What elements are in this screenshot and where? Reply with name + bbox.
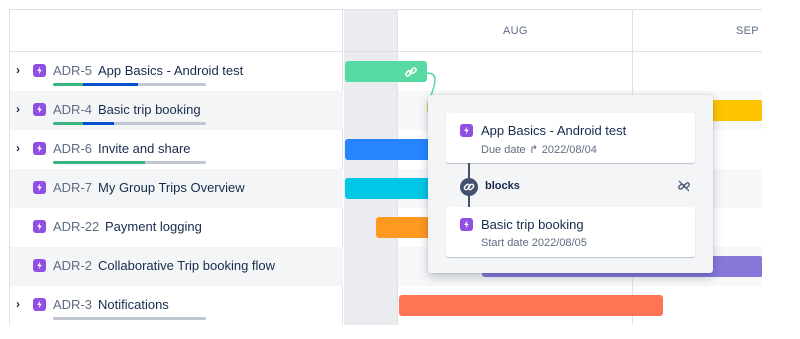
epic-icon <box>460 218 473 231</box>
relation-label: blocks <box>485 180 520 192</box>
progress-done <box>53 122 83 125</box>
epic-icon <box>33 142 46 155</box>
month-divider <box>397 10 398 325</box>
list-item[interactable]: › ADR-4 Basic trip booking <box>10 91 343 130</box>
progress-in-progress <box>83 83 138 86</box>
unlink-icon[interactable] <box>677 179 691 193</box>
timeline-bar-adr-22[interactable] <box>376 217 431 238</box>
issue-key[interactable]: ADR-3 <box>53 297 92 312</box>
list-item[interactable]: ADR-22 Payment logging <box>10 208 343 247</box>
progress-bar <box>53 122 206 125</box>
start-date-value: 2022/08/05 <box>531 237 587 249</box>
progress-bar <box>53 317 206 320</box>
issue-key[interactable]: ADR-5 <box>53 63 92 78</box>
issue-key[interactable]: ADR-22 <box>53 219 99 234</box>
connector-line <box>468 163 470 178</box>
epic-icon <box>33 259 46 272</box>
chevron-right-icon[interactable]: › <box>16 297 26 311</box>
issue-key[interactable]: ADR-7 <box>53 180 92 195</box>
source-title[interactable]: App Basics - Android test <box>481 123 626 138</box>
epic-icon <box>33 103 46 116</box>
current-period-column <box>344 10 397 325</box>
issue-key[interactable]: ADR-2 <box>53 258 92 273</box>
issue-list: › ADR-5 App Basics - Android test › ADR-… <box>10 10 343 325</box>
start-date-label: Start date <box>481 237 529 249</box>
epic-icon <box>460 124 473 137</box>
month-label-aug: AUG <box>503 25 528 37</box>
epic-icon <box>33 298 46 311</box>
dependency-source-card[interactable]: App Basics - Android test Due date ↱ 202… <box>446 113 695 163</box>
list-item[interactable]: ADR-2 Collaborative Trip booking flow <box>10 247 343 286</box>
progress-done <box>53 83 83 86</box>
issue-title[interactable]: Notifications <box>98 297 169 312</box>
connector-line <box>468 196 470 207</box>
link-icon <box>460 178 478 196</box>
epic-icon <box>33 220 46 233</box>
timeline-bar-adr-7[interactable] <box>345 178 435 199</box>
issue-list-header <box>10 10 342 52</box>
arrow-icon: ↱ <box>529 144 539 156</box>
list-item[interactable]: › ADR-3 Notifications <box>10 286 343 325</box>
list-item[interactable]: › ADR-6 Invite and share <box>10 130 343 169</box>
issue-title[interactable]: Invite and share <box>98 141 191 156</box>
chevron-right-icon[interactable]: › <box>16 141 26 155</box>
progress-bar <box>53 161 206 164</box>
epic-icon <box>33 181 46 194</box>
timeline-bar-adr-6[interactable] <box>345 139 435 160</box>
progress-in-progress <box>83 122 114 125</box>
due-date-value: 2022/08/04 <box>541 144 597 156</box>
progress-bar <box>53 83 206 86</box>
timeline-bar-adr-3[interactable] <box>399 295 663 316</box>
target-title[interactable]: Basic trip booking <box>481 217 584 232</box>
issue-title[interactable]: My Group Trips Overview <box>98 180 245 195</box>
chevron-right-icon[interactable]: › <box>16 63 26 77</box>
dependency-popover: App Basics - Android test Due date ↱ 202… <box>428 95 713 273</box>
target-start-date: Start date 2022/08/05 <box>481 237 587 249</box>
issue-title[interactable]: Basic trip booking <box>98 102 201 117</box>
issue-key[interactable]: ADR-6 <box>53 141 92 156</box>
issue-key[interactable]: ADR-4 <box>53 102 92 117</box>
month-label-sep: SEP <box>736 25 759 37</box>
timeline-header: AUG SEP <box>344 10 762 52</box>
list-item[interactable]: › ADR-5 App Basics - Android test <box>10 52 343 91</box>
link-icon[interactable] <box>404 65 418 79</box>
dependency-target-card[interactable]: Basic trip booking Start date 2022/08/05 <box>446 207 695 257</box>
source-due-date: Due date ↱ 2022/08/04 <box>481 143 597 156</box>
epic-icon <box>33 64 46 77</box>
due-date-label: Due date <box>481 144 526 156</box>
list-item[interactable]: ADR-7 My Group Trips Overview <box>10 169 343 208</box>
progress-done <box>53 161 145 164</box>
chevron-right-icon[interactable]: › <box>16 102 26 116</box>
issue-title[interactable]: App Basics - Android test <box>98 63 243 78</box>
issue-title[interactable]: Payment logging <box>105 219 202 234</box>
issue-title[interactable]: Collaborative Trip booking flow <box>98 258 275 273</box>
